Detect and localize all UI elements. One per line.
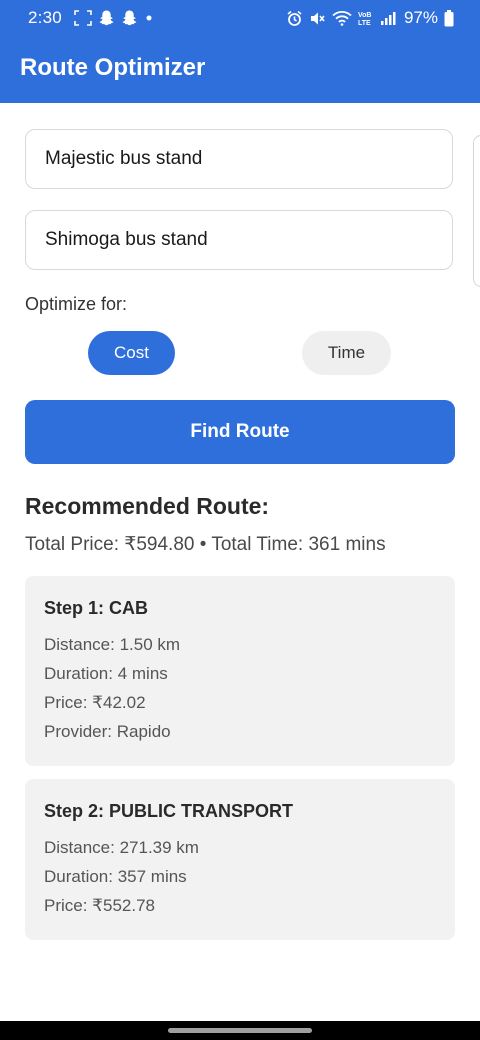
recommended-route-heading: Recommended Route:: [25, 493, 270, 519]
alarm-icon: [286, 10, 303, 27]
home-gesture-handle[interactable]: [168, 1028, 312, 1033]
mute-icon: [309, 10, 326, 27]
optimize-cost-chip[interactable]: Cost: [88, 331, 175, 375]
step-title: Step 2: PUBLIC TRANSPORT: [44, 801, 294, 821]
navigation-bar: [0, 1021, 480, 1040]
dot-icon: [144, 13, 154, 23]
page-title: Route Optimizer: [20, 54, 206, 81]
step-card: Step 2: PUBLIC TRANSPORT Distance: 271.3…: [25, 779, 455, 940]
volte-icon: VoB LTE: [358, 10, 374, 26]
step-duration: Duration: 357 mins: [44, 867, 187, 886]
optimize-label: Optimize for:: [25, 294, 128, 314]
step-card: Step 1: CAB Distance: 1.50 km Duration: …: [25, 576, 455, 766]
step-distance: Distance: 1.50 km: [44, 635, 181, 654]
find-route-button[interactable]: Find Route: [25, 400, 455, 464]
step-distance: Distance: 271.39 km: [44, 838, 199, 857]
origin-input[interactable]: Majestic bus stand: [25, 129, 453, 189]
destination-input[interactable]: Shimoga bus stand: [25, 210, 453, 270]
snapchat-icon: [121, 9, 138, 26]
svg-text:LTE: LTE: [358, 20, 371, 26]
optimize-time-chip[interactable]: Time: [302, 331, 391, 375]
status-time: 2:30: [28, 8, 62, 27]
signal-icon: [380, 10, 396, 26]
step-price: Price: ₹42.02: [44, 693, 146, 712]
screenshot-icon: [74, 9, 92, 26]
battery-percent: 97%: [403, 8, 438, 27]
status-left-icons: [74, 9, 154, 26]
status-right-icons: VoB LTE 97%: [286, 8, 454, 28]
step-duration: Duration: 4 mins: [44, 664, 168, 683]
app-bar: 2:30 VoB LTE 97% Route Optimizer: [0, 0, 480, 103]
side-panel-edge: [473, 135, 480, 287]
battery-icon: [444, 9, 454, 27]
snapchat-icon: [98, 9, 115, 26]
screen: 2:30 VoB LTE 97% Route Optimizer Majesti…: [0, 0, 480, 1040]
step-title: Step 1: CAB: [44, 598, 149, 618]
svg-text:VoB: VoB: [358, 12, 371, 19]
status-bar: 2:30 VoB LTE 97%: [0, 0, 480, 36]
step-price: Price: ₹552.78: [44, 896, 155, 915]
step-provider: Provider: Rapido: [44, 722, 171, 741]
wifi-icon: [332, 10, 352, 26]
route-summary: Total Price: ₹594.80 • Total Time: 361 m…: [25, 534, 386, 555]
